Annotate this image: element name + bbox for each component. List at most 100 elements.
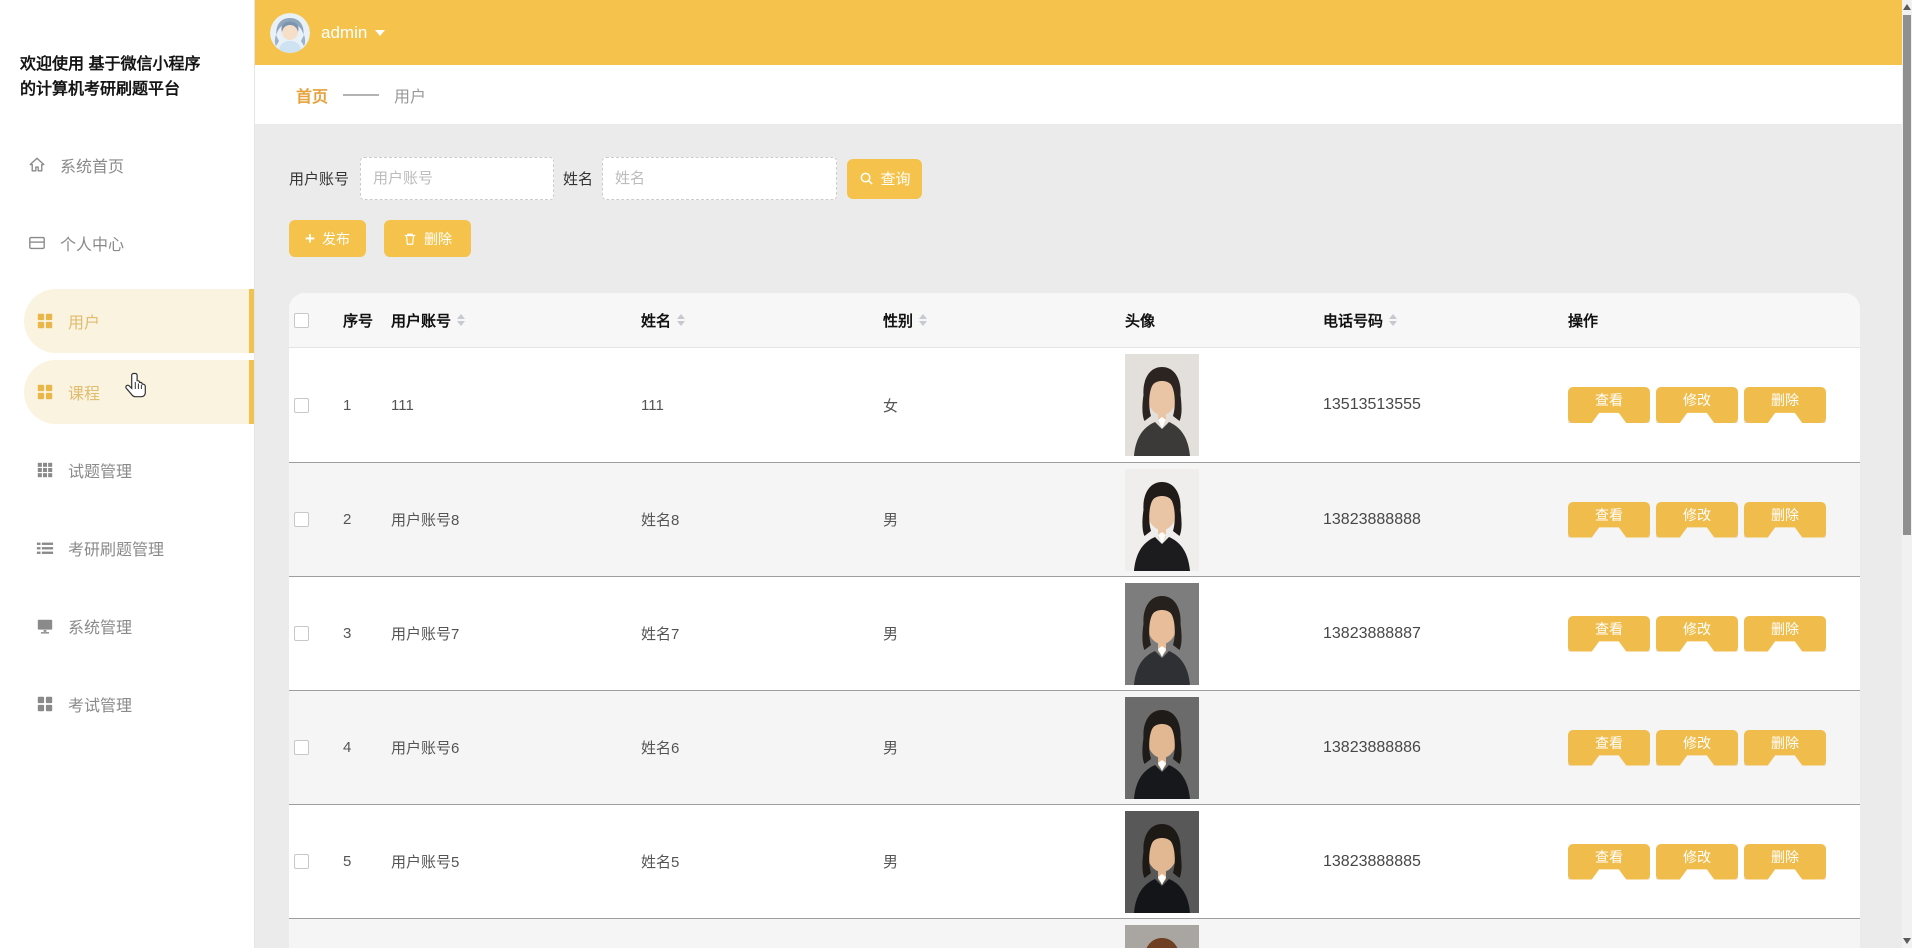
user-menu[interactable]: admin [321, 23, 386, 43]
sidebar: 欢迎使用 基于微信小程序的计算机考研刷题平台 系统首页 个人中心 用户 课程 试… [0, 0, 255, 948]
remove-button[interactable]: 删除 [1744, 501, 1826, 538]
view-button[interactable]: 查看 [1568, 615, 1650, 652]
sidebar-item-label: 考研刷题管理 [68, 542, 165, 559]
sidebar-nav: 系统首页 个人中心 用户 课程 试题管理 考研刷题管理 系统管理 考试管理 [0, 126, 254, 743]
sidebar-item-users[interactable]: 用户 [24, 289, 254, 353]
sidebar-item-system-management[interactable]: 系统管理 [0, 587, 254, 665]
sidebar-item-courses[interactable]: 课程 [24, 360, 254, 424]
cell-name: 姓名7 [641, 626, 680, 643]
cell-index: 3 [343, 625, 352, 642]
cell-avatar [1119, 810, 1319, 913]
row-actions: 查看 修改 删除 [1568, 387, 1826, 423]
breadcrumb-home[interactable]: 首页 [296, 83, 328, 107]
cell-account: 用户账号5 [391, 854, 460, 871]
user-photo [1125, 924, 1199, 948]
search-button[interactable]: 查询 [847, 158, 923, 199]
row-actions: 查看 修改 删除 [1568, 729, 1826, 766]
publish-button[interactable]: + 发布 [289, 220, 366, 257]
edit-button[interactable]: 修改 [1656, 615, 1738, 652]
view-button[interactable]: 查看 [1568, 729, 1650, 766]
name-label: 姓名 [563, 171, 594, 188]
sidebar-item-label: 个人中心 [60, 237, 125, 254]
cell-index: 5 [343, 853, 352, 870]
cell-index: 2 [343, 511, 352, 528]
breadcrumb-current: 用户 [394, 88, 427, 106]
sidebar-item-exam-management[interactable]: 考试管理 [0, 665, 254, 743]
search-icon [859, 171, 874, 186]
table-body: 1 111 111 女 13513513555 查看 修改 删除 2 用户账号8… [289, 348, 1860, 948]
cell-index: 1 [343, 396, 352, 414]
row-checkbox[interactable] [294, 512, 309, 527]
view-button[interactable]: 查看 [1568, 501, 1650, 538]
cell-phone: 13823888888 [1323, 510, 1421, 528]
table-row: 1 111 111 女 13513513555 查看 修改 删除 [289, 348, 1860, 462]
column-header-name[interactable]: 姓名 [635, 310, 879, 331]
scrollbar-thumb[interactable] [1903, 15, 1911, 535]
panel-icon [27, 233, 47, 253]
row-checkbox[interactable] [294, 854, 309, 869]
scroll-down-arrow[interactable] [1903, 938, 1911, 944]
remove-button[interactable]: 删除 [1744, 843, 1826, 880]
row-checkbox[interactable] [294, 626, 309, 641]
cell-name: 姓名8 [641, 512, 680, 529]
page-scrollbar [1902, 0, 1912, 948]
user-photo [1125, 810, 1199, 913]
column-header-account[interactable]: 用户账号 [385, 310, 635, 331]
sidebar-item-label: 课程 [68, 386, 101, 403]
sort-icon[interactable] [919, 314, 928, 326]
grid-icon [35, 694, 55, 714]
sidebar-item-label: 系统管理 [68, 620, 133, 637]
column-header-actions: 操作 [1568, 312, 1599, 330]
cell-name: 111 [641, 396, 664, 414]
users-table: 序号 用户账号 姓名 性别 头像 电话号码 操作 1 111 111 女 135… [289, 293, 1860, 948]
view-button[interactable]: 查看 [1568, 843, 1650, 880]
monitor-icon [35, 616, 55, 636]
select-all-checkbox[interactable] [294, 312, 309, 328]
sidebar-item-personal-center[interactable]: 个人中心 [0, 204, 254, 282]
cell-index: 4 [343, 739, 352, 756]
cell-phone: 13513513555 [1323, 396, 1421, 413]
edit-button[interactable]: 修改 [1656, 729, 1738, 766]
cell-gender: 男 [883, 626, 899, 643]
sort-icon[interactable] [677, 314, 686, 326]
edit-button[interactable]: 修改 [1656, 387, 1738, 423]
sidebar-item-exam-practice-management[interactable]: 考研刷题管理 [0, 509, 254, 587]
sidebar-item-label: 试题管理 [68, 464, 133, 481]
topbar: admin [255, 0, 1902, 65]
user-photo [1125, 696, 1199, 799]
column-header-gender[interactable]: 性别 [879, 310, 1119, 331]
table-row: 2 用户账号8 姓名8 男 13823888888 查看 修改 删除 [289, 462, 1860, 576]
sort-icon[interactable] [1389, 314, 1398, 326]
sidebar-item-system-home[interactable]: 系统首页 [0, 126, 254, 204]
breadcrumb-separator [343, 93, 380, 96]
cell-avatar [1119, 354, 1319, 456]
user-photo [1125, 354, 1199, 456]
cell-name: 姓名5 [641, 854, 680, 871]
cell-gender: 男 [883, 512, 899, 529]
column-header-phone[interactable]: 电话号码 [1319, 310, 1564, 331]
sort-icon[interactable] [457, 314, 466, 326]
account-input[interactable] [360, 157, 555, 200]
sidebar-item-label: 考试管理 [68, 698, 133, 715]
remove-button[interactable]: 删除 [1744, 615, 1826, 652]
view-button[interactable]: 查看 [1568, 387, 1650, 423]
edit-button[interactable]: 修改 [1656, 843, 1738, 880]
name-input[interactable] [602, 157, 838, 200]
account-label: 用户账号 [289, 171, 350, 188]
sidebar-item-question-management[interactable]: 试题管理 [0, 431, 254, 509]
toolbar: + 发布 删除 [289, 220, 1902, 257]
remove-button[interactable]: 删除 [1744, 729, 1826, 766]
row-checkbox[interactable] [294, 397, 309, 413]
user-photo [1125, 582, 1199, 685]
remove-button[interactable]: 删除 [1744, 387, 1826, 423]
cell-phone: 13823888887 [1323, 624, 1421, 642]
home-icon [27, 155, 47, 175]
edit-button[interactable]: 修改 [1656, 501, 1738, 538]
cell-gender: 男 [883, 740, 899, 757]
column-header-index: 序号 [343, 312, 374, 330]
user-avatar[interactable] [270, 12, 310, 53]
table-row: 3 用户账号7 姓名7 男 13823888887 查看 修改 删除 [289, 576, 1860, 690]
delete-button[interactable]: 删除 [384, 220, 471, 257]
scroll-up-arrow[interactable] [1903, 4, 1911, 10]
row-checkbox[interactable] [294, 740, 309, 755]
